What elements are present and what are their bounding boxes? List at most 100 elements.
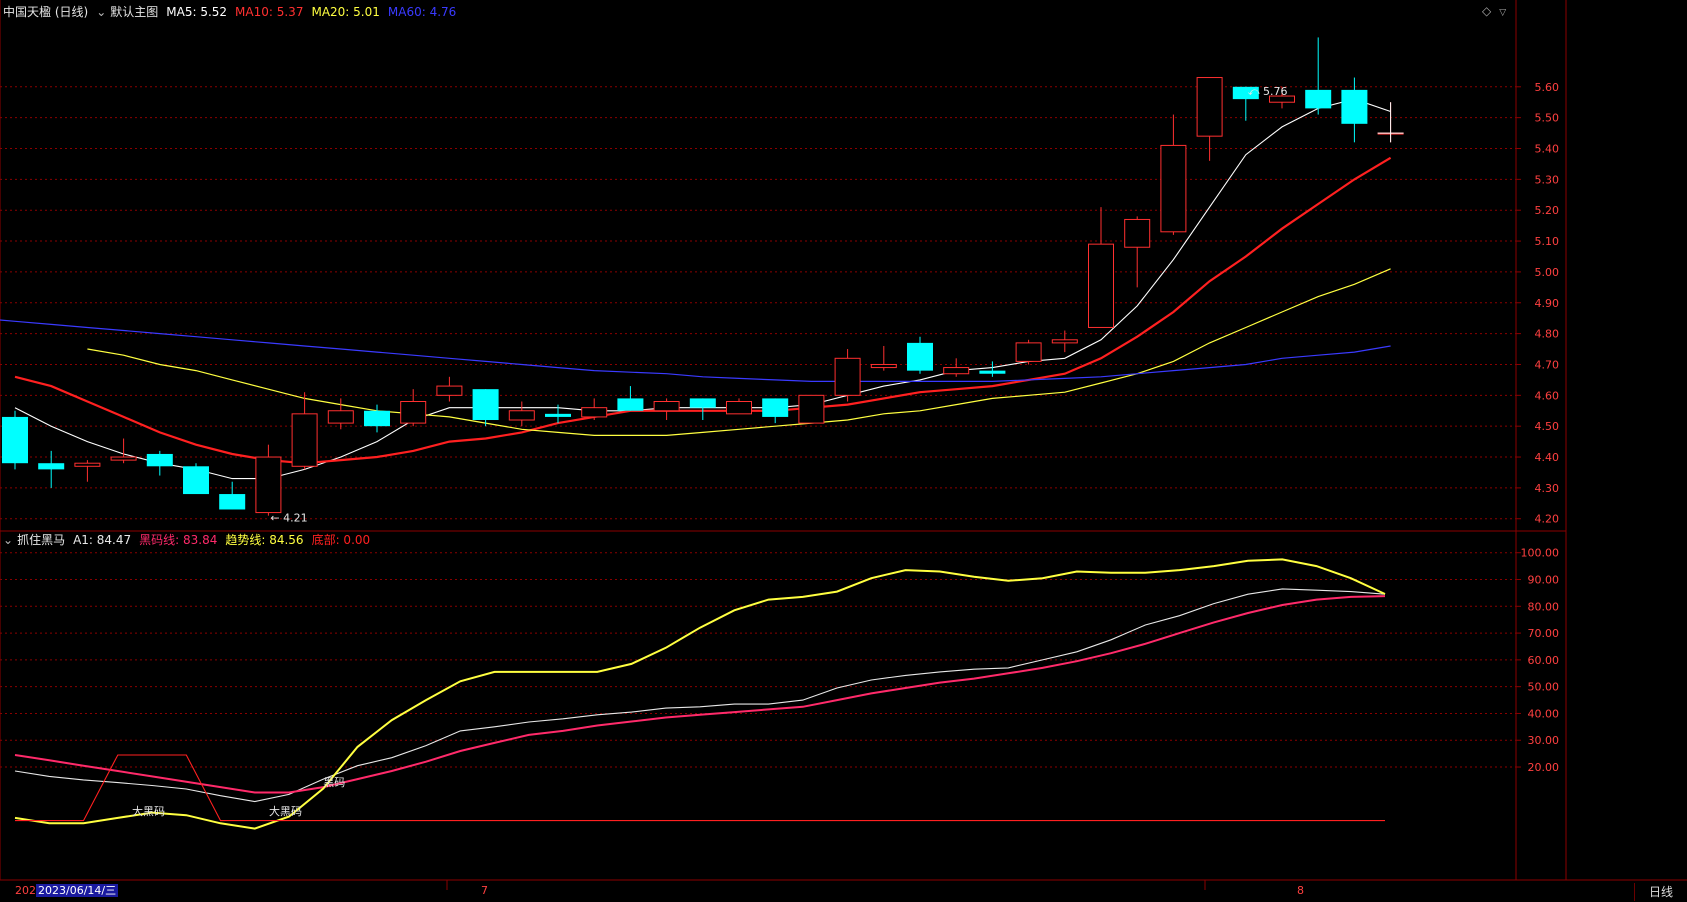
y-tick-label: 80.00 (1528, 600, 1560, 613)
candle (291, 392, 318, 470)
candle-body (110, 456, 137, 461)
chart-canvas[interactable]: 4.20 4.30 4.40 4.50 4.60 4.70 4.80 4.90 5.00 5.10… (0, 0, 1687, 902)
candle-body (400, 401, 427, 424)
candle (472, 389, 499, 427)
y-tick-label: 20.00 (1528, 761, 1560, 774)
candle-body (545, 413, 571, 417)
candle-body (219, 494, 246, 510)
y-tick-label: 4.90 (1535, 297, 1560, 310)
indicator-annotation: 黑码 (323, 776, 345, 789)
candle (1088, 207, 1114, 328)
candle (436, 376, 463, 402)
y-tick-label: 50.00 (1528, 681, 1560, 694)
candle (617, 386, 644, 411)
candle-body (1015, 342, 1042, 362)
y-tick-label: 5.10 (1535, 235, 1560, 248)
y-tick-label: 4.50 (1535, 420, 1560, 433)
series-trend-line (14, 558, 1386, 830)
candle (762, 398, 789, 424)
y-tick-label: 60.00 (1528, 654, 1560, 667)
candle (146, 450, 173, 476)
candle (400, 389, 427, 427)
candle-body (1124, 218, 1151, 248)
month-mark-8: 8 (1297, 884, 1304, 897)
candle (834, 349, 861, 402)
y-tick-label: 70.00 (1528, 627, 1560, 640)
candle-body (436, 385, 463, 396)
candle-body (1305, 89, 1332, 109)
y-tick-label: 100.00 (1521, 547, 1560, 560)
candle-body (943, 367, 970, 375)
y-tick-label: 4.80 (1535, 328, 1560, 341)
candle-body (255, 456, 282, 514)
candle-body (1160, 144, 1187, 233)
candle-body (726, 401, 752, 415)
candle-body (1088, 243, 1114, 328)
candle (38, 450, 65, 488)
y-tick-label: 30.00 (1528, 734, 1560, 747)
candle (979, 361, 1006, 377)
stock-chart-window: 中国天楹 (日线) ⌄ 默认主图 MA5: 5.52 MA10: 5.37 MA20: 5… (0, 0, 1687, 902)
candle-body (653, 401, 680, 412)
candle (255, 444, 282, 516)
indicator-annotation: 大黑码 (132, 804, 165, 818)
candle-body (689, 398, 716, 408)
candle-body (146, 453, 173, 467)
candle-body (907, 342, 933, 371)
candle-body (2, 416, 28, 464)
y-tick-label: 5.40 (1535, 143, 1560, 156)
candle (2, 410, 28, 470)
candle (508, 401, 535, 427)
candle-body (798, 394, 825, 424)
candle-body (834, 357, 861, 396)
candle (870, 345, 897, 371)
candle (689, 398, 716, 421)
candle (907, 336, 933, 374)
y-tick-label: 5.30 (1535, 173, 1560, 186)
candle-body (870, 363, 897, 369)
candle (653, 398, 680, 421)
date-prefix: 202 (15, 884, 36, 897)
series-ma60 (0, 319, 1391, 382)
candle-body (183, 466, 209, 495)
candle-body (327, 410, 354, 424)
candle-body (508, 410, 535, 421)
candle-body (617, 398, 644, 411)
candle-body (1196, 77, 1223, 137)
candle-body (581, 407, 608, 418)
y-tick-label: 4.20 (1535, 513, 1560, 526)
candle-body (1051, 339, 1078, 344)
series-a1 (14, 588, 1386, 803)
y-tick-label: 4.60 (1535, 389, 1560, 402)
candle (183, 463, 209, 495)
y-tick-label: 5.00 (1535, 266, 1560, 279)
candle-body (364, 410, 390, 427)
candle (1015, 339, 1042, 365)
candle (726, 398, 752, 415)
price-annotation: ⤺ 5.76 (1248, 85, 1288, 98)
candle (1124, 216, 1151, 288)
date-bar: 202 2023/06/14/三 (15, 884, 119, 898)
price-annotation: ← 4.21 (270, 512, 307, 525)
period-button[interactable]: 日线 (1634, 883, 1687, 901)
y-tick-label: 4.70 (1535, 358, 1560, 371)
candle-body (1341, 89, 1368, 124)
candle-body (472, 389, 499, 421)
y-tick-label: 5.50 (1535, 112, 1560, 125)
candle-body (762, 398, 789, 417)
y-tick-label: 5.60 (1535, 81, 1560, 94)
y-tick-label: 5.20 (1535, 204, 1560, 217)
candle (219, 481, 246, 510)
candle (581, 398, 608, 421)
candle-body (979, 370, 1006, 374)
y-tick-label: 90.00 (1528, 574, 1560, 587)
month-mark-7: 7 (481, 884, 488, 897)
candle (1160, 114, 1187, 235)
candle-body (38, 463, 65, 470)
y-tick-label: 4.40 (1535, 451, 1560, 464)
candle (1305, 37, 1332, 115)
candle (798, 394, 825, 424)
candle (74, 460, 101, 482)
y-tick-label: 40.00 (1528, 707, 1560, 720)
candle-body (291, 413, 318, 467)
